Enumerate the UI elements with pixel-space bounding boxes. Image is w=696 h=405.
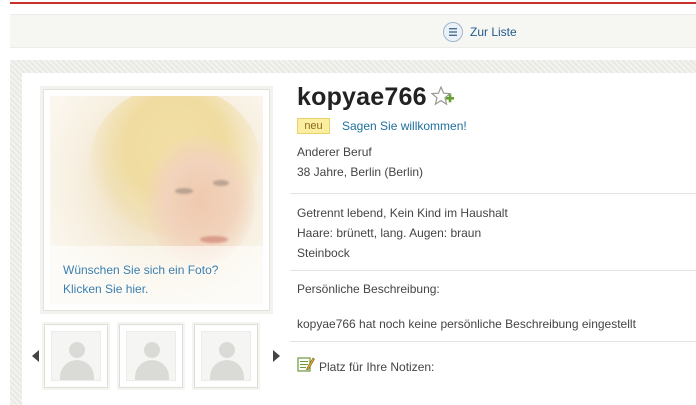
- request-photo-line1: Wünschen Sie sich ein Foto?: [63, 263, 219, 277]
- photo-mouth: [200, 236, 228, 243]
- thumbnail-strip: [30, 324, 284, 388]
- top-accent-line: [10, 2, 696, 4]
- thumbnail-3[interactable]: [194, 324, 258, 388]
- profile-photo-placeholder[interactable]: Wünschen Sie sich ein Foto? Klicken Sie …: [50, 96, 263, 304]
- divider: [290, 193, 696, 194]
- user-silhouette-icon: [126, 331, 176, 381]
- zodiac-sign: Steinbock: [297, 246, 350, 260]
- description-text: kopyae766 hat noch keine persönliche Bes…: [297, 317, 636, 331]
- back-to-list-label: Zur Liste: [470, 25, 517, 39]
- thumbnail-2[interactable]: [119, 324, 183, 388]
- request-photo-link[interactable]: Wünschen Sie sich ein Foto? Klicken Sie …: [63, 261, 218, 299]
- divider: [290, 270, 696, 271]
- arrow-left-icon[interactable]: [32, 350, 39, 362]
- welcome-link[interactable]: Sagen Sie willkommen!: [342, 119, 467, 133]
- divider: [290, 341, 696, 342]
- toolbar: Zur Liste: [10, 14, 696, 48]
- user-silhouette-icon: [51, 331, 101, 381]
- back-to-list-button[interactable]: Zur Liste: [443, 21, 517, 43]
- thumbnail-1[interactable]: [44, 324, 108, 388]
- appearance: Haare: brünett, lang. Augen: braun: [297, 226, 482, 240]
- occupation: Anderer Beruf: [297, 145, 372, 159]
- notes-label: Platz für Ihre Notizen:: [319, 359, 435, 374]
- notepad-pencil-icon: [297, 355, 315, 378]
- profile-username: kopyae766: [297, 83, 427, 111]
- notes-field[interactable]: Platz für Ihre Notizen:: [297, 355, 434, 378]
- age-location: 38 Jahre, Berlin (Berlin): [297, 165, 424, 179]
- request-photo-line2: Klicken Sie hier.: [63, 282, 149, 296]
- family-status: Getrennt lebend, Kein Kind im Haushalt: [297, 206, 508, 220]
- profile-photo-frame[interactable]: Wünschen Sie sich ein Foto? Klicken Sie …: [43, 89, 270, 311]
- description-heading: Persönliche Beschreibung:: [297, 282, 440, 296]
- star-plus-icon[interactable]: [430, 85, 455, 108]
- arrow-right-icon[interactable]: [273, 350, 280, 362]
- user-silhouette-icon: [201, 331, 251, 381]
- new-badge: neu: [297, 118, 330, 134]
- photo-eye-right: [213, 180, 229, 186]
- photo-eye-left: [175, 188, 193, 194]
- list-icon: [443, 22, 463, 42]
